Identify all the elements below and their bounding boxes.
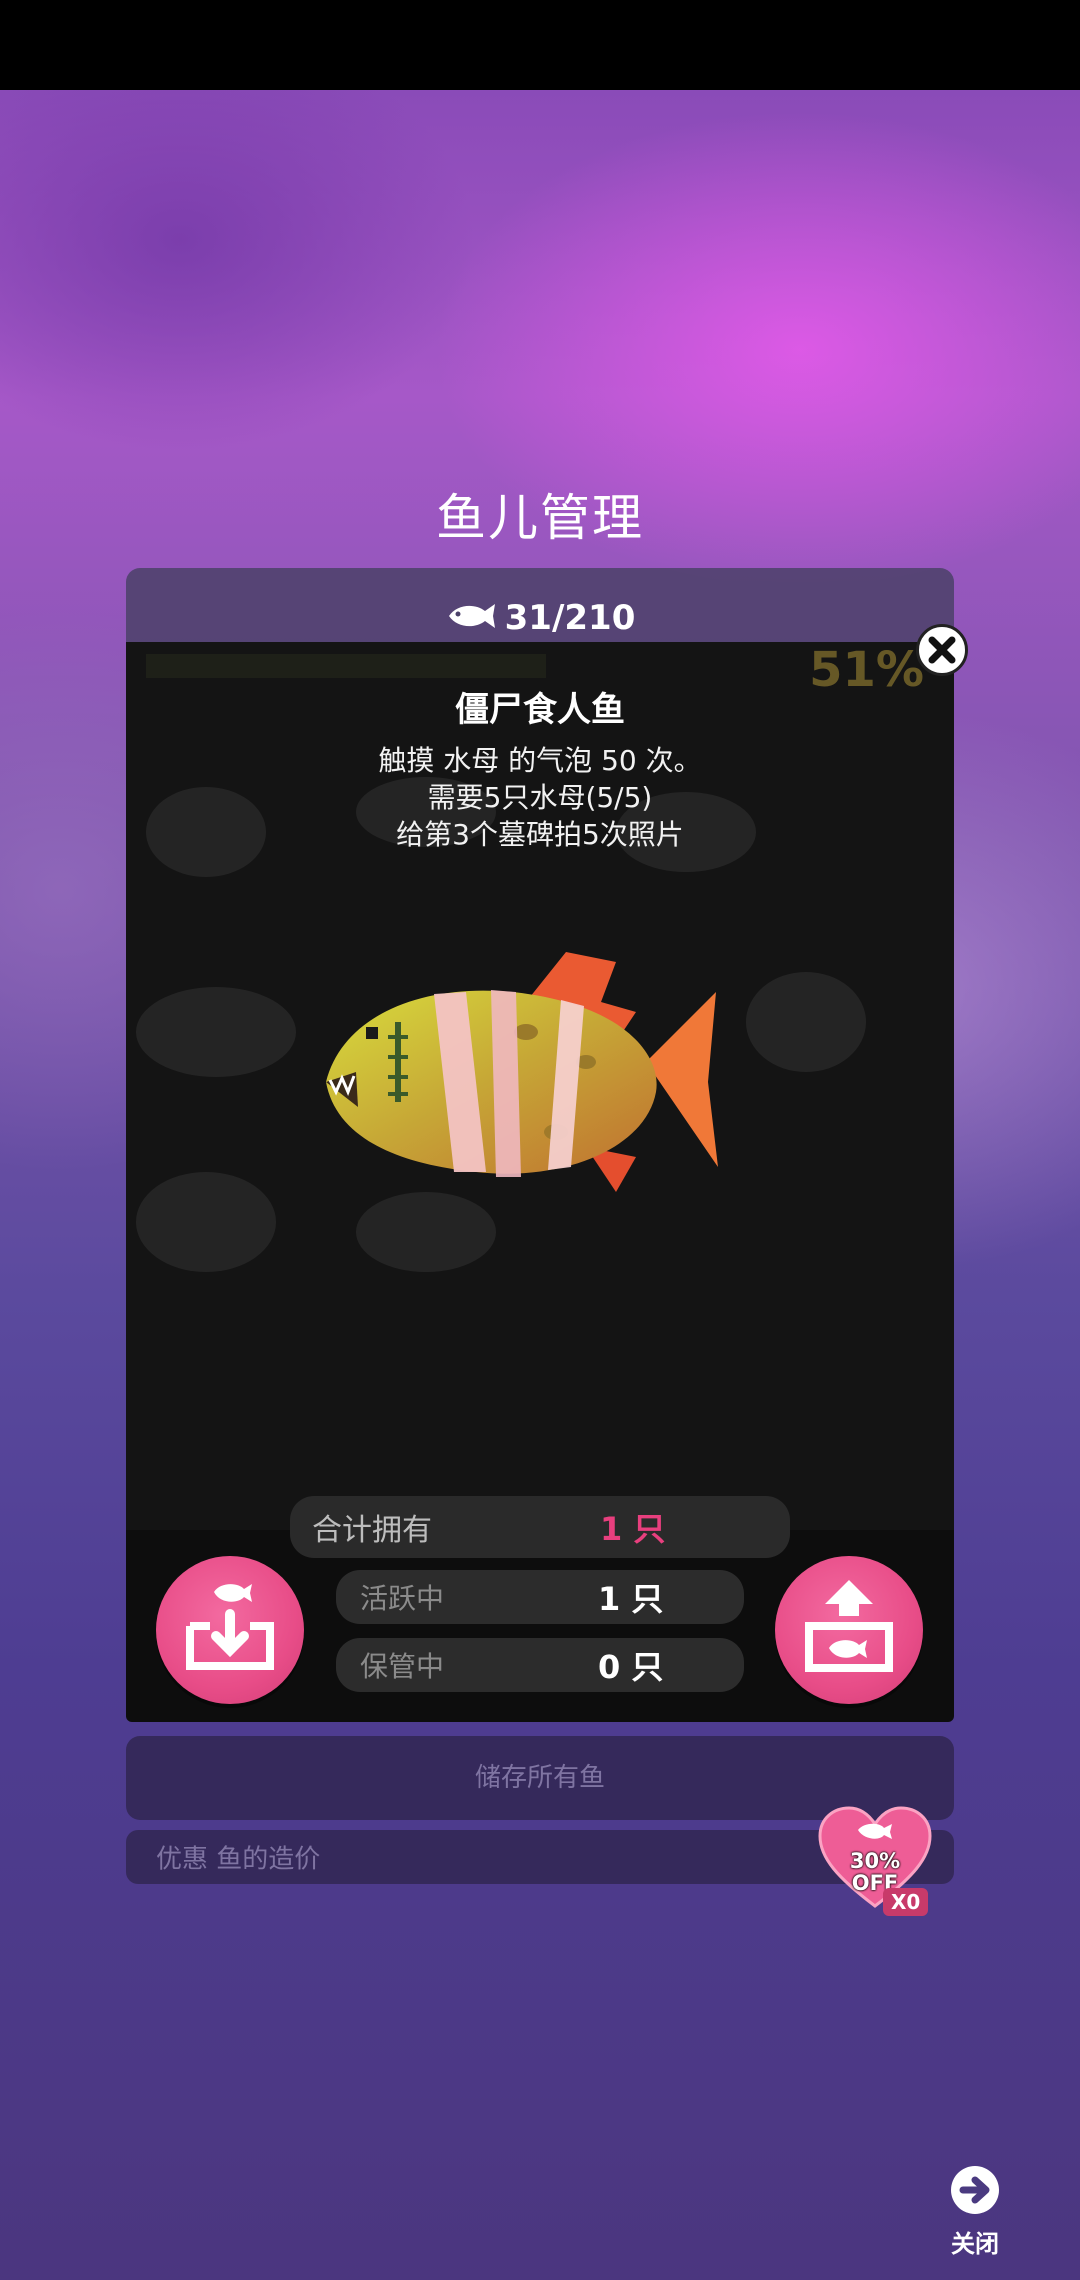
arrow-right-icon bbox=[951, 2166, 999, 2214]
store-fish-button[interactable] bbox=[156, 1556, 304, 1704]
close-page-button[interactable]: 关闭 bbox=[930, 2166, 1020, 2258]
requirement-line: 需要5只水母(5/5) bbox=[427, 781, 653, 814]
stored-label: 保管中 bbox=[360, 1650, 445, 1683]
page-title: 鱼儿管理 bbox=[436, 489, 644, 547]
close-label: 关闭 bbox=[951, 2230, 999, 2258]
fish-count-value: 31/210 bbox=[504, 598, 636, 638]
fish-name: 僵尸食人鱼 bbox=[455, 690, 625, 730]
fish-count: 31/210 bbox=[126, 598, 954, 640]
release-fish-icon bbox=[805, 1580, 893, 1672]
store-fish-icon bbox=[186, 1584, 274, 1670]
fish-detail-card: 51% 僵尸食人鱼 触摸 水母 的气泡 50 次。 需要5只水母(5/5) 给第… bbox=[126, 642, 954, 1532]
fish-icon bbox=[445, 600, 497, 640]
total-owned-label: 合计拥有 bbox=[312, 1513, 432, 1548]
close-icon bbox=[928, 636, 956, 664]
release-fish-button[interactable] bbox=[775, 1556, 923, 1704]
status-bar bbox=[0, 0, 1080, 90]
active-value: 1 只 bbox=[598, 1580, 664, 1618]
active-label: 活跃中 bbox=[360, 1582, 445, 1615]
total-owned-value: 1 只 bbox=[600, 1510, 666, 1548]
stored-row: 保管中 0 只 bbox=[336, 1638, 744, 1692]
discount-label: 优惠 鱼的造价 bbox=[156, 1844, 321, 1875]
unlock-requirements: 触摸 水母 的气泡 50 次。 需要5只水母(5/5) 给第3个墓碑拍5次照片 bbox=[126, 742, 954, 853]
requirement-line: 给第3个墓碑拍5次照片 bbox=[396, 818, 684, 851]
zombie-piranha-illustration bbox=[316, 932, 736, 1212]
requirement-line: 触摸 水母 的气泡 50 次。 bbox=[378, 744, 702, 777]
discount-percent: 30% bbox=[849, 1849, 901, 1873]
discount-heart-badge[interactable]: 30% OFF X0 bbox=[818, 1806, 938, 1918]
active-row: 活跃中 1 只 bbox=[336, 1570, 744, 1624]
total-owned-row: 合计拥有 1 只 bbox=[290, 1496, 790, 1558]
close-detail-button[interactable] bbox=[916, 624, 968, 676]
stored-value: 0 只 bbox=[598, 1648, 664, 1686]
discount-count: X0 bbox=[883, 1888, 929, 1916]
